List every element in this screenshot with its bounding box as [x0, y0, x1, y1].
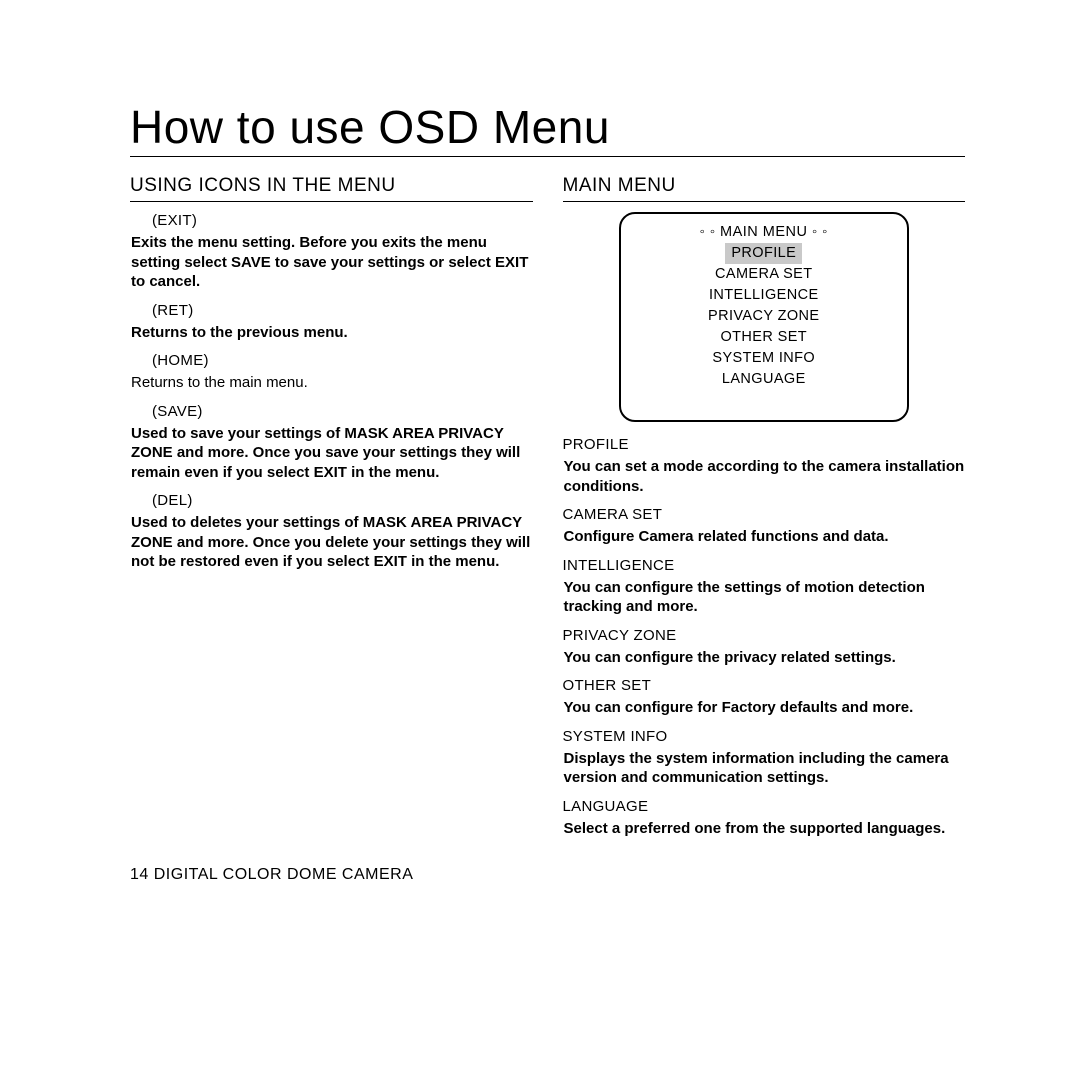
- intelligence-label: INTELLIGENCE: [563, 557, 966, 574]
- system-info-desc: Displays the system information includin…: [564, 749, 966, 788]
- osd-item-intelligence: INTELLIGENCE: [631, 285, 897, 306]
- other-set-desc: You can configure for Factory defaults a…: [564, 698, 966, 718]
- save-desc: Used to save your settings of MASK AREA …: [131, 424, 533, 483]
- system-info-label: SYSTEM INFO: [563, 728, 966, 745]
- osd-item-privacy-zone: PRIVACY ZONE: [631, 306, 897, 327]
- privacy-zone-desc: You can configure the privacy related se…: [564, 648, 966, 668]
- osd-item-language: LANGUAGE: [631, 369, 897, 390]
- exit-label: (EXIT): [152, 212, 533, 229]
- ret-label: (RET): [152, 302, 533, 319]
- exit-desc: Exits the menu setting. Before you exits…: [131, 233, 533, 292]
- page-title: How to use OSD Menu: [130, 100, 965, 157]
- right-column: MAIN MENU ◦ ◦ MAIN MENU ◦ ◦ PROFILE CAME…: [563, 175, 966, 838]
- left-column: USING ICONS IN THE MENU (EXIT) Exits the…: [130, 175, 533, 838]
- del-desc: Used to deletes your settings of MASK AR…: [131, 513, 533, 572]
- language-label: LANGUAGE: [563, 798, 966, 815]
- ret-desc: Returns to the previous menu.: [131, 323, 533, 343]
- camera-set-desc: Configure Camera related functions and d…: [564, 527, 966, 547]
- profile-label: PROFILE: [563, 436, 966, 453]
- osd-item-camera-set: CAMERA SET: [631, 264, 897, 285]
- content-columns: USING ICONS IN THE MENU (EXIT) Exits the…: [130, 175, 965, 838]
- page-footer: 14 DIGITAL COLOR DOME CAMERA: [130, 866, 965, 884]
- privacy-zone-label: PRIVACY ZONE: [563, 627, 966, 644]
- osd-item-other-set: OTHER SET: [631, 327, 897, 348]
- language-desc: Select a preferred one from the supporte…: [564, 819, 966, 839]
- osd-item-profile: PROFILE: [725, 243, 802, 264]
- using-icons-heading: USING ICONS IN THE MENU: [130, 175, 533, 202]
- main-menu-heading: MAIN MENU: [563, 175, 966, 202]
- osd-item-system-info: SYSTEM INFO: [631, 348, 897, 369]
- intelligence-desc: You can configure the settings of motion…: [564, 578, 966, 617]
- osd-menu-box: ◦ ◦ MAIN MENU ◦ ◦ PROFILE CAMERA SET INT…: [619, 212, 909, 422]
- other-set-label: OTHER SET: [563, 677, 966, 694]
- profile-desc: You can set a mode according to the came…: [564, 457, 966, 496]
- home-desc: Returns to the main menu.: [131, 373, 533, 393]
- del-label: (DEL): [152, 492, 533, 509]
- save-label: (SAVE): [152, 403, 533, 420]
- camera-set-label: CAMERA SET: [563, 506, 966, 523]
- osd-title: ◦ ◦ MAIN MENU ◦ ◦: [631, 222, 897, 243]
- home-label: (HOME): [152, 352, 533, 369]
